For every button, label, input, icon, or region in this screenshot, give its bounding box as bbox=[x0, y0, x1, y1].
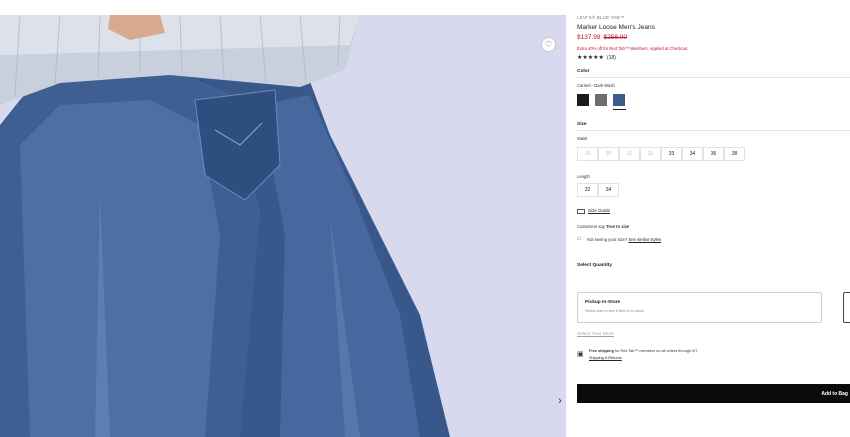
waist-option-31[interactable]: 31 bbox=[619, 147, 640, 161]
divider bbox=[577, 77, 850, 78]
pickup-in-store-option[interactable]: Pickup In-Store Select size to see if it… bbox=[577, 292, 822, 323]
waist-option-34[interactable]: 34 bbox=[682, 147, 703, 161]
pickup-title: Pickup In-Store bbox=[585, 300, 621, 305]
product-rating[interactable]: ★★★★★ (18) bbox=[577, 54, 616, 61]
box-icon: ▣ bbox=[577, 351, 584, 358]
top-bar bbox=[0, 0, 850, 15]
fit-note-prefix: Customers say bbox=[577, 224, 607, 229]
length-label: Length bbox=[577, 174, 590, 179]
fit-note-value: True to size bbox=[606, 224, 630, 229]
length-option-32[interactable]: 32 bbox=[577, 183, 598, 197]
color-swatch-dark-wash[interactable] bbox=[613, 94, 625, 106]
product-image-gallery[interactable]: ♡ › bbox=[0, 15, 566, 437]
similar-styles-row: Not seeing your size? See similar styles bbox=[587, 237, 661, 242]
next-image-button[interactable]: › bbox=[554, 394, 566, 408]
shipping-bold: Free shipping bbox=[589, 349, 614, 353]
pickup-subtitle: Select size to see if item is in stock bbox=[585, 309, 644, 313]
price-row: $137.98 $258.00 bbox=[577, 34, 627, 41]
sale-price: $137.98 bbox=[577, 34, 601, 41]
color-label: Color bbox=[577, 69, 590, 74]
add-to-bag-button[interactable]: Add to Bag bbox=[577, 384, 850, 403]
shipping-returns-link[interactable]: Shipping & Returns bbox=[589, 356, 622, 360]
divider bbox=[577, 130, 850, 131]
shipping-message: Free shipping for Red Tab™ members on al… bbox=[589, 349, 698, 353]
rating-count: (18) bbox=[606, 55, 616, 61]
product-title: Marker Loose Men's Jeans bbox=[577, 24, 655, 31]
waist-label: Waist bbox=[577, 136, 588, 141]
selected-swatch-indicator bbox=[613, 109, 626, 110]
waist-option-32[interactable]: 32 bbox=[640, 147, 661, 161]
waist-option-36[interactable]: 36 bbox=[703, 147, 724, 161]
fit-note: Customers say True to size bbox=[577, 224, 629, 229]
shipping-text: for Red Tab™ members on all orders throu… bbox=[613, 349, 699, 353]
hanger-icon: ⌂ bbox=[577, 235, 582, 242]
rating-stars: ★★★★★ bbox=[577, 55, 604, 61]
length-option-34[interactable]: 34 bbox=[598, 183, 619, 197]
chevron-right-icon: › bbox=[558, 395, 562, 407]
product-photo bbox=[0, 15, 566, 437]
color-swatch-grey[interactable] bbox=[595, 94, 607, 106]
heart-icon: ♡ bbox=[544, 39, 553, 49]
waist-option-29[interactable]: 29 bbox=[577, 147, 598, 161]
promo-message: Extra 40% off for Red Tab™ Members. Appl… bbox=[577, 46, 689, 51]
original-price: $258.00 bbox=[603, 34, 628, 41]
size-guide-link[interactable]: Size Guide bbox=[588, 208, 610, 213]
product-brand: LEVI'S® BLUE TAB™ bbox=[577, 15, 625, 20]
select-store-link[interactable]: Select Your Store bbox=[577, 332, 614, 337]
ship-to-home-option[interactable] bbox=[843, 292, 850, 323]
waist-option-38[interactable]: 38 bbox=[724, 147, 745, 161]
ruler-icon bbox=[577, 209, 585, 214]
waist-option-30[interactable]: 30 bbox=[598, 147, 619, 161]
wishlist-button[interactable]: ♡ bbox=[541, 37, 556, 52]
not-seeing-size-text: Not seeing your size? bbox=[587, 237, 628, 242]
quantity-label: Select Quantity bbox=[577, 263, 612, 268]
product-details-panel: LEVI'S® BLUE TAB™ Marker Loose Men's Jea… bbox=[577, 15, 850, 437]
color-swatch-black[interactable] bbox=[577, 94, 589, 106]
similar-styles-link[interactable]: See similar styles bbox=[628, 237, 661, 242]
size-label: Size bbox=[577, 122, 587, 127]
waist-option-33[interactable]: 33 bbox=[661, 147, 682, 161]
selected-color-name: Carmel - Dark Wash bbox=[577, 83, 615, 88]
